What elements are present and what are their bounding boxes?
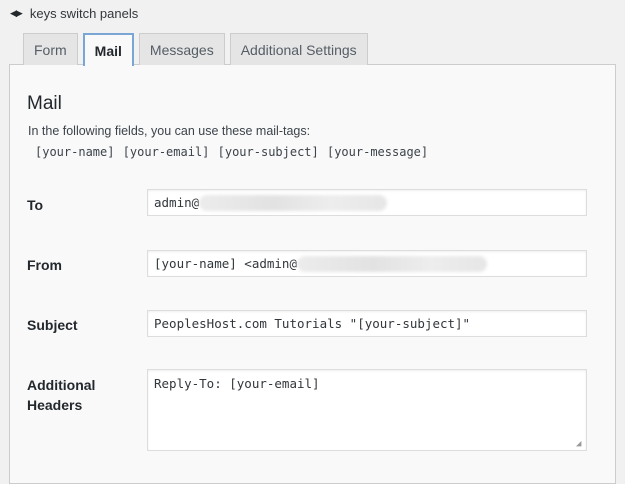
additional-headers-textarea[interactable]: Reply-To: [your-email] ◢ (147, 369, 587, 451)
from-field-value: [your-name] <admin@ (154, 256, 297, 271)
mail-tags-list: [your-name] [your-email] [your-subject] … (35, 145, 429, 159)
from-label: From (27, 257, 62, 273)
redacted-email (297, 255, 487, 272)
resize-handle-icon[interactable]: ◢ (576, 440, 584, 449)
to-field[interactable]: admin@ (147, 189, 587, 216)
tab-bar: Form Mail Messages Additional Settings (23, 33, 368, 66)
left-right-arrows-icon: ◀▶ (10, 8, 23, 18)
subject-field[interactable]: PeoplesHost.com Tutorials "[your-subject… (147, 310, 587, 337)
to-field-value: admin@ (154, 195, 200, 210)
additional-headers-label: Additional Headers (27, 375, 95, 415)
panel-title: Mail (27, 93, 62, 114)
redacted-email (199, 194, 388, 211)
subject-label: Subject (27, 317, 78, 333)
tab-form[interactable]: Form (23, 33, 78, 65)
tab-additional-settings[interactable]: Additional Settings (229, 33, 368, 65)
additional-headers-label-line1: Additional (27, 377, 96, 393)
from-field[interactable]: [your-name] <admin@ (147, 250, 587, 277)
keyboard-hint-text: keys switch panels (29, 6, 139, 21)
tab-messages[interactable]: Messages (138, 33, 225, 65)
tab-mail[interactable]: Mail (82, 33, 134, 66)
mail-tags-description: In the following fields, you can use the… (28, 124, 311, 138)
additional-headers-label-line2: Headers (27, 397, 83, 413)
additional-headers-value: Reply-To: [your-email] (154, 376, 320, 391)
mail-panel: Mail In the following fields, you can us… (9, 64, 616, 484)
subject-field-value: PeoplesHost.com Tutorials "[your-subject… (154, 316, 471, 331)
keyboard-hint: ◀▶ keys switch panels (10, 6, 138, 21)
to-label: To (27, 197, 44, 213)
